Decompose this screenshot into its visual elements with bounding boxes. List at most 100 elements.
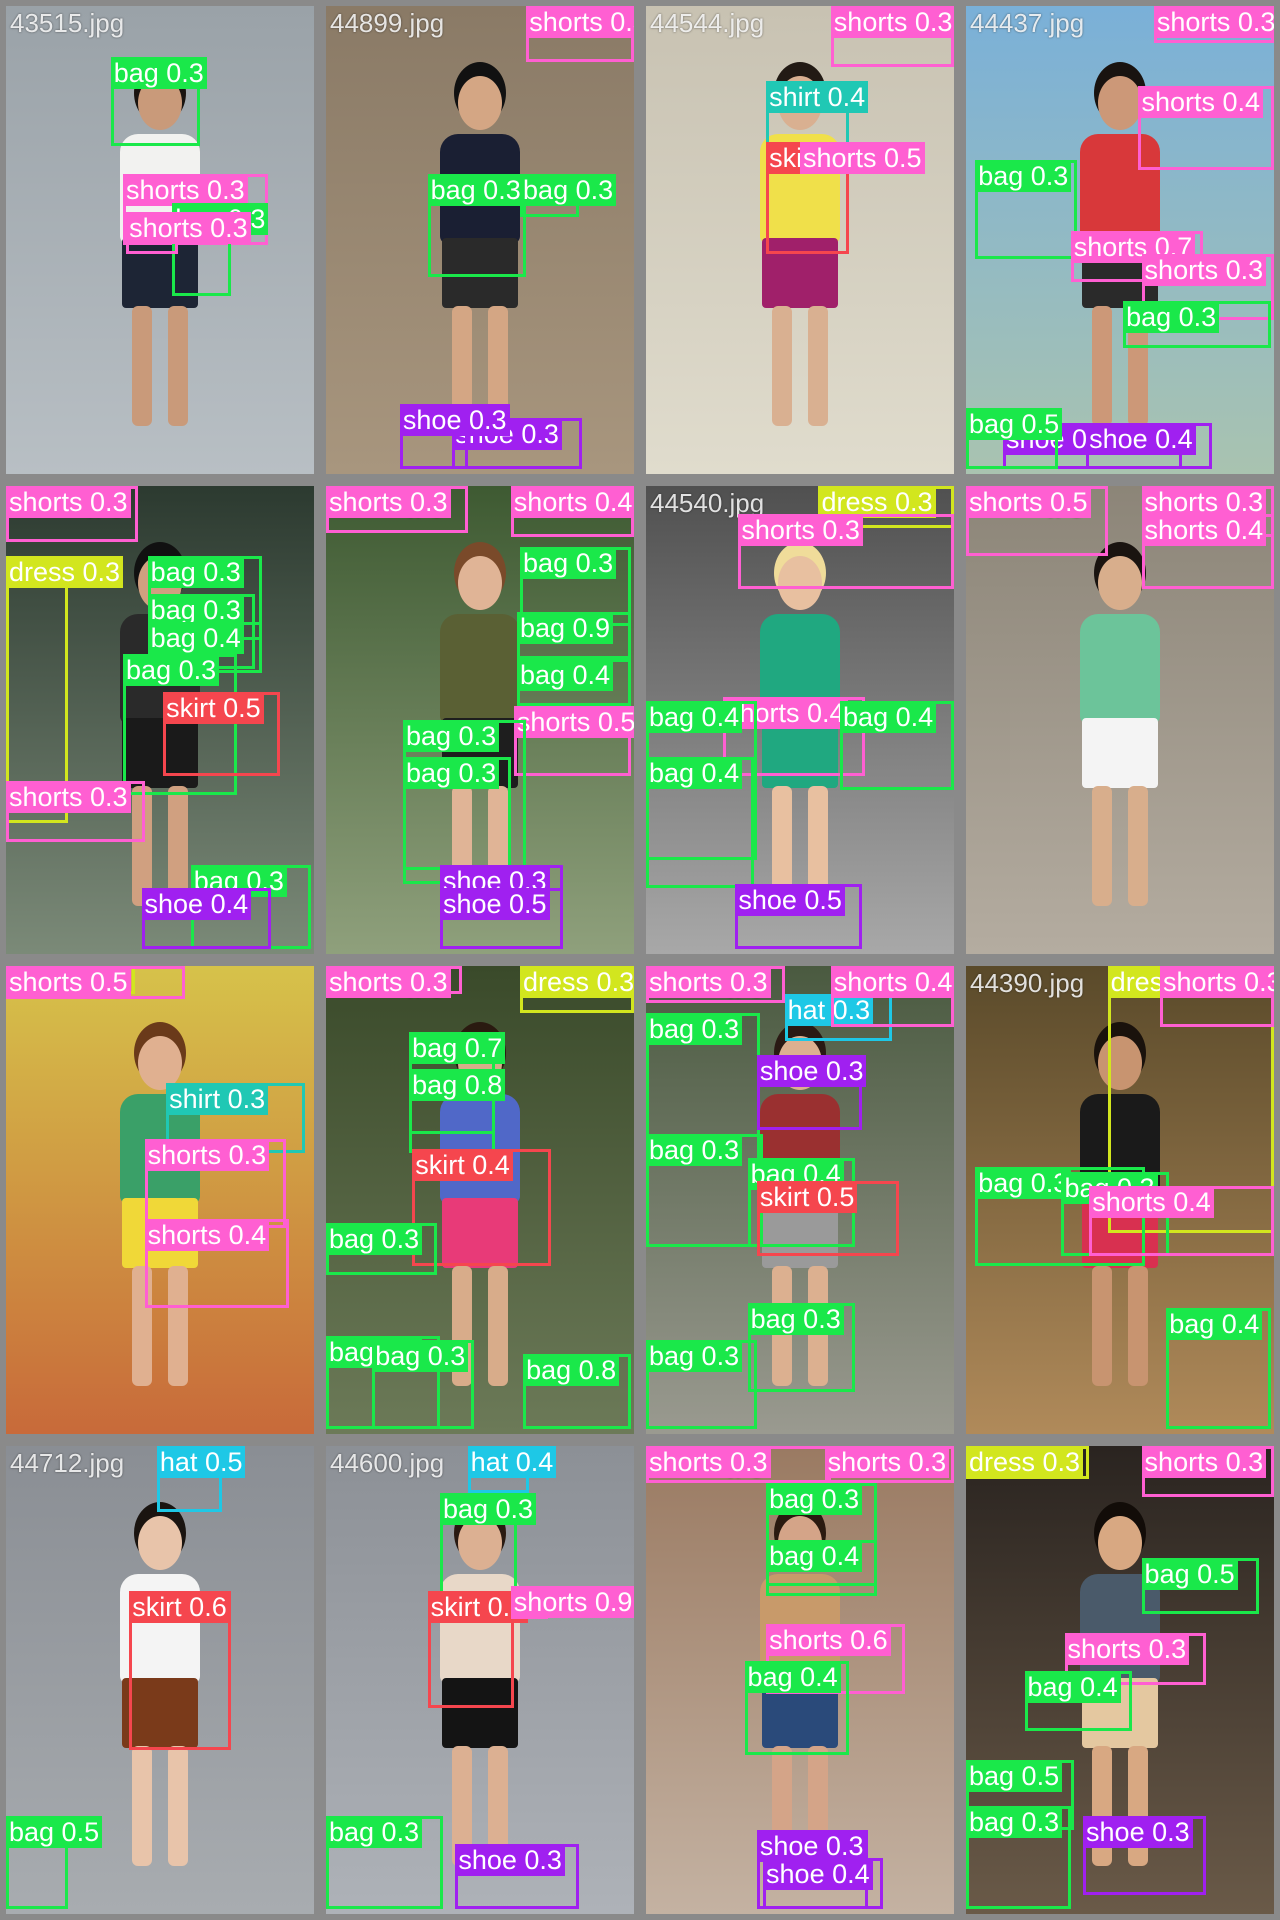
shorts-detection-label: shorts 0.3: [1141, 254, 1267, 287]
shirt-detection-label: shirt 0.3: [166, 1083, 269, 1115]
image-tile: 44348.jpgshorts 0.5shorts 0.3shorts 0.4: [960, 480, 1280, 960]
bag-detection-label: bag 0.4: [1024, 1670, 1121, 1703]
image-tile: 44336.jpgdress 0.3shorts 0.3bag 0.5short…: [960, 1440, 1280, 1920]
shorts-detection-label: shorts 0.3: [1141, 1446, 1267, 1478]
image-tile: 44600.jpg hat 0.4 bag 0.3 skirt 0.3 shorts 0…: [320, 1440, 640, 1920]
person-head: [138, 1516, 182, 1570]
shorts-detection-label: shorts 0.3: [126, 211, 251, 244]
shorts-detection-label: shorts 0.3: [326, 966, 451, 998]
filename-label: 44437.jpg: [970, 8, 1085, 38]
image-tile: 44412.jpgshorts 0.3shorts 0.3bag 0.3bag …: [640, 1440, 960, 1920]
person-torso: [440, 614, 520, 724]
image-tile: 44693.jpgshorts 0.3shorts 0.4bag 0.3bag …: [320, 480, 640, 960]
shorts-detection-label: shorts 0.3: [526, 6, 634, 38]
filename-label: 43515.jpg: [10, 8, 125, 38]
bag-detection-label: bag 0.3: [326, 1223, 423, 1256]
person-head: [1098, 556, 1142, 610]
bag-detection-label: bag 0.3: [403, 757, 500, 790]
person-head: [458, 556, 502, 610]
person-leg: [168, 1746, 188, 1866]
bag-detection-label: bag 0.5: [966, 1759, 1063, 1792]
dress-detection-label: dress 0.3: [520, 966, 634, 998]
person-leg: [168, 306, 188, 426]
shorts-detection-label: shorts 0.5: [800, 141, 925, 174]
shorts-detection-label: shorts 0.3: [6, 780, 131, 813]
shorts-detection-label: shorts 0.5: [966, 486, 1091, 518]
bag-detection-label: bag 0.8: [409, 1068, 506, 1101]
bag-detection-label: bag 0.5: [1141, 1558, 1238, 1591]
person-head: [1098, 1516, 1142, 1570]
bag-detection-label: bag 0.3: [520, 174, 617, 207]
hat-detection-label: hat 0.5: [156, 1446, 246, 1478]
bag-detection-label: bag 0.3: [110, 57, 207, 90]
image-tile: 44437.jpg shorts 0.3 shorts 0.4 bag 0.3 shor…: [960, 0, 1280, 480]
bag-detection-label: bag 0.8: [523, 1354, 620, 1387]
shoe-detection-label: shoe 0.3: [1083, 1815, 1193, 1848]
person-head: [458, 76, 502, 130]
image-tile: 44899.jpg shorts 0.3 bag 0.3bag 0.3 shoe 0.…: [320, 0, 640, 480]
person-leg: [488, 1266, 508, 1386]
bag-detection-label: bag 0.3: [646, 1134, 743, 1167]
shorts-detection-label: shorts 0.4: [1138, 85, 1264, 118]
image-tile: 44544.jpgshorts 0.3shirt 0.4skirt 0.3sho…: [640, 0, 960, 480]
filename-label: 44600.jpg: [330, 1448, 445, 1478]
person-leg: [1092, 306, 1112, 426]
person-leg: [772, 306, 792, 426]
shorts-detection-label: shorts 0.3: [1153, 6, 1274, 38]
bag-detection-label: bag 0.4: [744, 1661, 841, 1694]
detection-mosaic: 43515.jpg bag 0.3 shorts 0.3 bag 0.3 shorts …: [0, 0, 1280, 1920]
filename-label: 44544.jpg: [650, 8, 765, 38]
filename-label: 44899.jpg: [330, 8, 445, 38]
person-leg: [132, 1746, 152, 1866]
person-bottom: [1082, 718, 1158, 788]
bag-detection-label: bag 0.4: [1166, 1307, 1263, 1340]
shorts-detection-label: shorts 0.3: [824, 1446, 950, 1478]
dress-detection-label: dress 0.3: [966, 1446, 1084, 1478]
shorts-detection-label: shorts 0.3: [646, 1446, 771, 1478]
image-tile: 44519.jpgdress 0.3shorts 0.5shirt 0.3sho…: [0, 960, 320, 1440]
shoe-detection-label: shoe 0.4: [763, 1857, 873, 1890]
shorts-detection-label: shorts 0.5: [6, 966, 131, 998]
shorts-detection-label: shorts 0.9: [510, 1586, 634, 1619]
filename-label: 44712.jpg: [10, 1448, 125, 1478]
skirt-detection-label: skirt 0.5: [756, 1181, 858, 1214]
shoe-detection-label: shoe 0.4: [141, 888, 252, 921]
shorts-detection-label: shorts 0.6: [766, 1623, 891, 1656]
bag-detection-label: bag 0.3: [403, 720, 500, 752]
bag-detection-label: bag 0.4: [516, 659, 614, 692]
bag-detection-label: bag 0.3: [326, 1815, 423, 1848]
shorts-detection-label: shorts 0.3: [144, 1139, 270, 1172]
shorts-detection-label: shorts 0.4: [144, 1218, 270, 1251]
person-leg: [808, 306, 828, 426]
bag-detection-label: bag 0.3: [123, 654, 220, 687]
person-leg: [132, 306, 152, 426]
shorts-detection-label: shorts 0.3: [646, 966, 771, 998]
image-tile: 44390.jpgdress 0.3shorts 0.3bag 0.3bag 0…: [960, 960, 1280, 1440]
bag-detection-label: bag 0.3: [646, 1340, 743, 1373]
hat-detection-label: hat 0.4: [467, 1446, 557, 1478]
person-head: [1098, 76, 1142, 130]
bag-detection-label: bag 0.3: [439, 1492, 537, 1525]
shoe-detection-label: shoe 0.3: [455, 1843, 565, 1876]
shorts-detection-label: shorts 0.4: [830, 966, 954, 998]
image-tile: 44712.jpg hat 0.5 skirt 0.6 bag 0.5: [0, 1440, 320, 1920]
person-head: [138, 1036, 182, 1090]
shorts-detection-label: shorts 0.3: [738, 514, 863, 547]
person-leg: [1128, 786, 1148, 906]
person-torso: [1080, 614, 1160, 724]
shorts-detection-label: shorts 0.3: [1064, 1633, 1190, 1666]
filename-label: 44390.jpg: [970, 968, 1085, 998]
shorts-detection-label: shorts 0.3: [326, 486, 451, 518]
shorts-detection-label: shorts 0.3: [830, 6, 954, 38]
skirt-detection-label: skirt 0.4: [412, 1148, 513, 1181]
bag-detection-label: bag 0.3: [966, 1806, 1063, 1839]
bag-detection-label: bag 0.3: [147, 556, 244, 589]
shorts-detection-label: shorts 0.3: [1160, 966, 1274, 998]
image-tile: 44540.jpg dress 0.3 shorts 0.3 shorts 0.4 ba…: [640, 480, 960, 960]
bag-detection-label: bag 0.4: [147, 621, 244, 654]
bag-detection-label: bag 0.3: [427, 174, 524, 207]
image-tile: 44702.jpgshorts 0.3hat 0.3shorts 0.4bag …: [640, 960, 960, 1440]
bag-detection-label: bag 0.5: [6, 1815, 103, 1848]
shoe-detection-label: shoe 0.5: [735, 883, 845, 916]
bag-detection-label: bag 0.9: [516, 612, 614, 645]
